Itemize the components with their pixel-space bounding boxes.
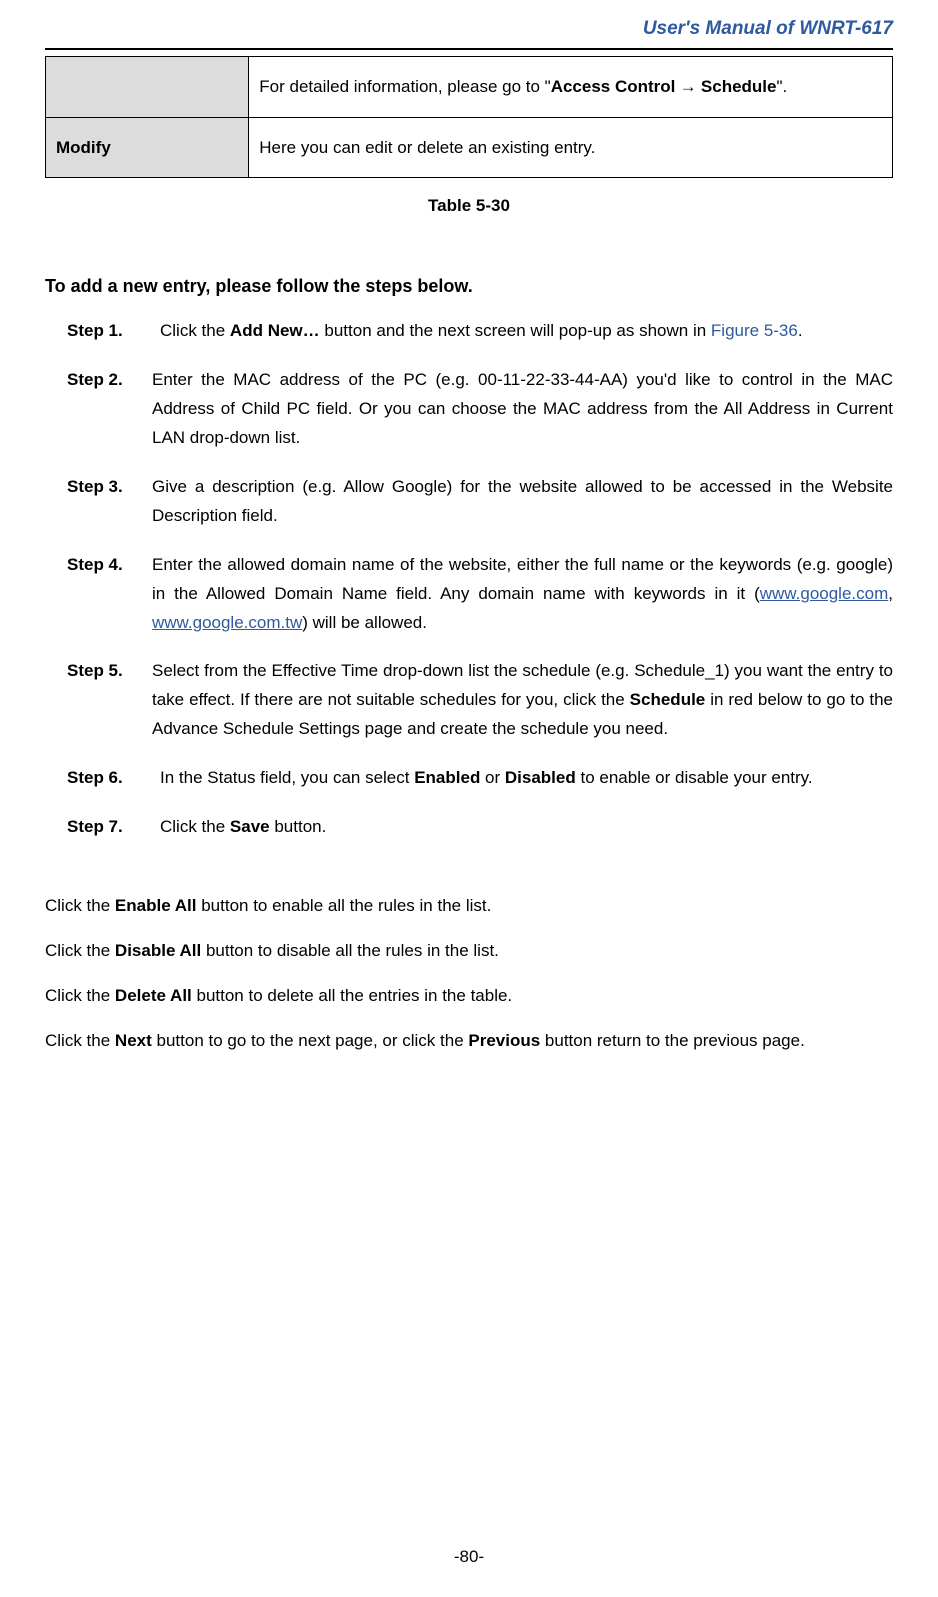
text: button return to the previous page.: [540, 1031, 805, 1050]
url-link[interactable]: www.google.com: [760, 584, 889, 603]
table-row: Modify Here you can edit or delete an ex…: [46, 117, 893, 178]
text: For detailed information, please go to ": [259, 77, 550, 96]
step-content: Select from the Effective Time drop-down…: [152, 657, 893, 744]
bold-text: Access Control: [551, 77, 676, 96]
bold-text: Disabled: [505, 768, 576, 787]
table-label-cell-empty: [46, 57, 249, 118]
step-label: Step 6.: [67, 764, 152, 793]
button-line: Click the Enable All button to enable al…: [45, 892, 893, 919]
step-content: Click the Save button.: [152, 813, 326, 842]
text: button to delete all the entries in the …: [192, 986, 512, 1005]
text: Click the: [45, 941, 115, 960]
step-2: Step 2. Enter the MAC address of the PC …: [67, 366, 893, 453]
bold-text: Next: [115, 1031, 152, 1050]
text: .: [798, 321, 803, 340]
text: Click the: [45, 986, 115, 1005]
page-number: -80-: [0, 1547, 938, 1567]
header-title: User's Manual of WNRT-617: [45, 0, 893, 48]
text: button and the next screen will pop-up a…: [320, 321, 711, 340]
url-link[interactable]: www.google.com.tw: [152, 613, 302, 632]
bold-text: Previous: [468, 1031, 540, 1050]
table-row: For detailed information, please go to "…: [46, 57, 893, 118]
steps-container: Step 1. Click the Add New… button and th…: [45, 317, 893, 841]
header-divider: [45, 48, 893, 50]
bold-text: Save: [230, 817, 270, 836]
step-label: Step 5.: [67, 657, 152, 744]
table-content-cell: For detailed information, please go to "…: [249, 57, 893, 118]
step-label: Step 4.: [67, 551, 152, 638]
step-content: Give a description (e.g. Allow Google) f…: [152, 473, 893, 531]
bold-text: Enabled: [414, 768, 480, 787]
table-label-cell-modify: Modify: [46, 117, 249, 178]
text: or: [480, 768, 505, 787]
buttons-section: Click the Enable All button to enable al…: [45, 892, 893, 1055]
table-content-cell: Here you can edit or delete an existing …: [249, 117, 893, 178]
step-7: Step 7. Click the Save button.: [67, 813, 893, 842]
bold-text: Add New…: [230, 321, 320, 340]
text: ) will be allowed.: [302, 613, 427, 632]
step-content: In the Status field, you can select Enab…: [152, 764, 813, 793]
button-line: Click the Delete All button to delete al…: [45, 982, 893, 1009]
step-label: Step 3.: [67, 473, 152, 531]
step-content: Click the Add New… button and the next s…: [152, 317, 803, 346]
text: button to disable all the rules in the l…: [201, 941, 499, 960]
text: Click the: [160, 817, 230, 836]
step-content: Enter the allowed domain name of the web…: [152, 551, 893, 638]
text: Click the: [45, 896, 115, 915]
step-5: Step 5. Select from the Effective Time d…: [67, 657, 893, 744]
bold-text: Disable All: [115, 941, 201, 960]
bold-text: Schedule: [630, 690, 706, 709]
step-4: Step 4. Enter the allowed domain name of…: [67, 551, 893, 638]
step-label: Step 1.: [67, 317, 152, 346]
button-line: Click the Next button to go to the next …: [45, 1027, 893, 1054]
text: to enable or disable your entry.: [576, 768, 813, 787]
section-title: To add a new entry, please follow the st…: [45, 276, 893, 297]
step-6: Step 6. In the Status field, you can sel…: [67, 764, 893, 793]
arrow-text: →: [675, 77, 701, 96]
step-1: Step 1. Click the Add New… button and th…: [67, 317, 893, 346]
text: ".: [777, 77, 788, 96]
step-content: Enter the MAC address of the PC (e.g. 00…: [152, 366, 893, 453]
figure-link[interactable]: Figure 5-36: [711, 321, 798, 340]
step-label: Step 7.: [67, 813, 152, 842]
text: In the Status field, you can select: [160, 768, 414, 787]
step-3: Step 3. Give a description (e.g. Allow G…: [67, 473, 893, 531]
text: Click the: [160, 321, 230, 340]
text: button.: [270, 817, 327, 836]
table-caption: Table 5-30: [45, 196, 893, 216]
bold-text: Delete All: [115, 986, 192, 1005]
button-line: Click the Disable All button to disable …: [45, 937, 893, 964]
text: button to enable all the rules in the li…: [196, 896, 491, 915]
text: button to go to the next page, or click …: [152, 1031, 469, 1050]
bold-text: Schedule: [701, 77, 777, 96]
info-table: For detailed information, please go to "…: [45, 56, 893, 178]
bold-text: Enable All: [115, 896, 197, 915]
step-label: Step 2.: [67, 366, 152, 453]
text: ,: [888, 584, 893, 603]
text: Click the: [45, 1031, 115, 1050]
